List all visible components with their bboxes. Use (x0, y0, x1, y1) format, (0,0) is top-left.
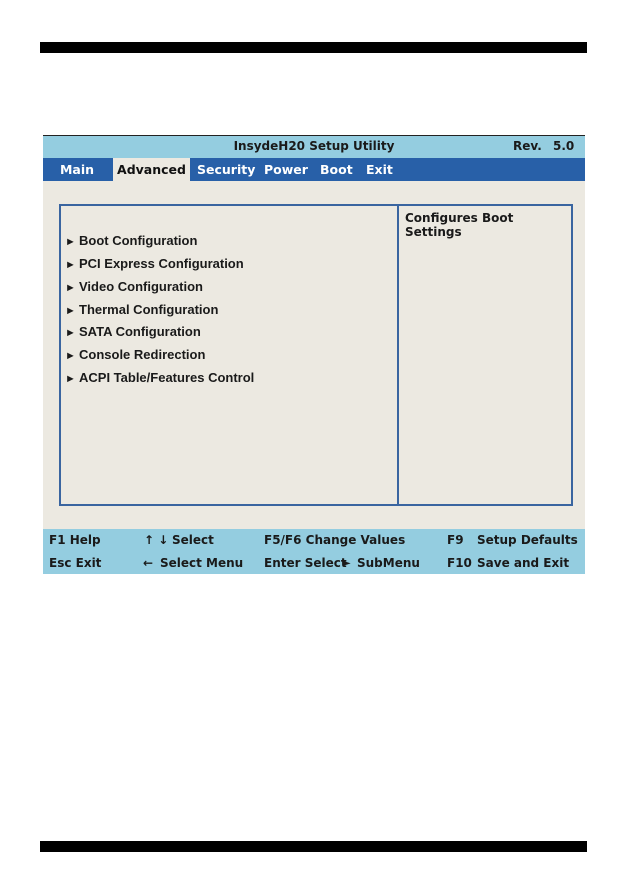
page-header-bar (40, 42, 587, 53)
f1-help-hint: F1 Help (49, 533, 101, 547)
setup-defaults-hint: Setup Defaults (477, 533, 578, 547)
bios-setup-screen: InsydeH20 Setup Utility Rev. 5.0 Main Ad… (43, 135, 585, 574)
tab-boot[interactable]: Boot (320, 158, 353, 181)
submenu-item-label: Console Redirection (79, 347, 206, 362)
up-down-arrows-icon: ↑ ↓ (144, 533, 169, 547)
tab-security[interactable]: Security (197, 158, 255, 181)
submenu-item-sata-configuration[interactable]: ► SATA Configuration (65, 324, 201, 339)
tab-main[interactable]: Main (43, 158, 111, 181)
title-bar: InsydeH20 Setup Utility Rev. 5.0 (43, 136, 585, 158)
left-arrow-icon: ← (143, 556, 154, 570)
tab-advanced[interactable]: Advanced (113, 158, 190, 181)
triangle-right-icon: ► (65, 373, 76, 385)
submenu-item-label: SATA Configuration (79, 324, 201, 339)
menu-bar: Main Advanced Security Power Boot Exit (43, 158, 585, 181)
app-title: InsydeH20 Setup Utility (233, 139, 395, 153)
submenu-item-thermal-configuration[interactable]: ► Thermal Configuration (65, 302, 218, 317)
submenu-arrow-icon: ► (343, 558, 351, 569)
submenu-item-label: Thermal Configuration (79, 302, 219, 317)
submenu-item-label: PCI Express Configuration (79, 256, 244, 271)
submenu-item-label: Video Configuration (79, 279, 203, 294)
submenu-item-acpi-table-features-control[interactable]: ► ACPI Table/Features Control (65, 370, 254, 385)
triangle-right-icon: ► (65, 236, 76, 248)
select-hint: Select (172, 533, 214, 547)
triangle-right-icon: ► (65, 350, 76, 362)
triangle-right-icon: ► (65, 282, 76, 294)
esc-exit-hint: Esc Exit (49, 556, 102, 570)
save-and-exit-hint: Save and Exit (477, 556, 570, 570)
triangle-right-icon: ► (65, 327, 76, 339)
tab-power[interactable]: Power (264, 158, 308, 181)
submenu-item-console-redirection[interactable]: ► Console Redirection (65, 347, 205, 362)
page-footer-bar (40, 841, 587, 852)
select-menu-hint: Select Menu (160, 556, 244, 570)
triangle-right-icon: ► (65, 305, 76, 317)
help-panel: Configures Boot Settings (397, 204, 573, 506)
key-legend-footer: F1 Help Esc Exit ↑ ↓ Select ← Select Men… (43, 529, 585, 574)
revision-value: 5.0 (553, 139, 575, 153)
submenu-item-video-configuration[interactable]: ► Video Configuration (65, 279, 203, 294)
f9-key: F9 (447, 533, 464, 547)
submenu-item-pci-express-configuration[interactable]: ► PCI Express Configuration (65, 256, 244, 271)
submenu-item-label: ACPI Table/Features Control (79, 370, 255, 385)
change-values-hint: F5/F6 Change Values (264, 533, 406, 547)
submenu-item-label: Boot Configuration (79, 233, 198, 248)
help-text: Configures Boot Settings (405, 211, 514, 239)
revision-label: Rev. (513, 139, 542, 153)
triangle-right-icon: ► (65, 259, 76, 271)
submenu-item-boot-configuration[interactable]: ► Boot Configuration (65, 233, 197, 248)
enter-select-hint: Enter Select (264, 556, 347, 570)
submenu-hint: SubMenu (357, 556, 420, 570)
f10-key: F10 (447, 556, 472, 570)
submenu-panel: ► Boot Configuration ► PCI Express Configu… (59, 204, 398, 506)
tab-exit[interactable]: Exit (366, 158, 393, 181)
